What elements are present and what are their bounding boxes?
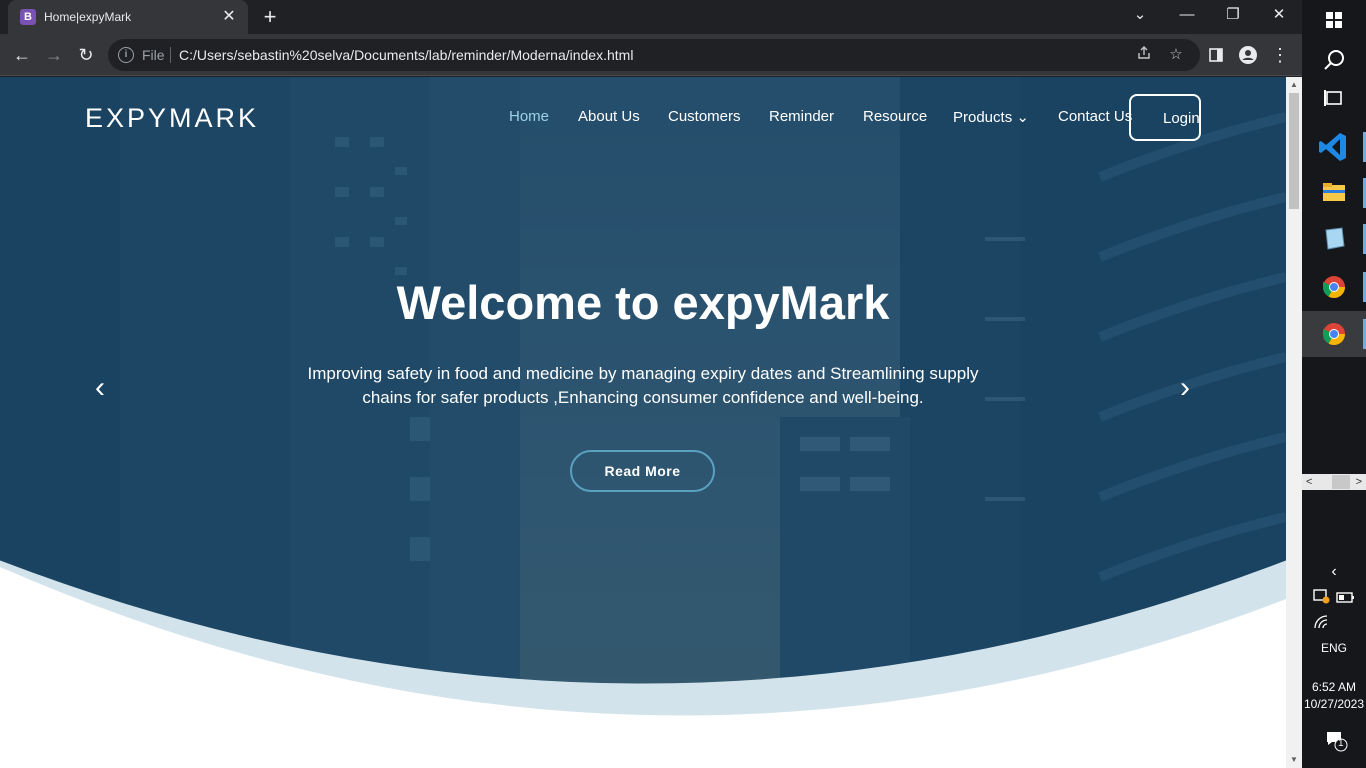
chrome-icon[interactable] bbox=[1302, 311, 1366, 357]
scroll-up-icon[interactable]: ▲ bbox=[1286, 77, 1302, 93]
taskbar-scrollbar[interactable]: < > bbox=[1302, 474, 1366, 490]
task-view-icon[interactable] bbox=[1302, 78, 1366, 124]
vscode-icon[interactable] bbox=[1302, 124, 1366, 170]
clock-time[interactable]: 6:52 AM bbox=[1302, 680, 1366, 694]
login-button[interactable]: Login bbox=[1129, 94, 1201, 141]
scheme-label: File bbox=[142, 47, 165, 63]
login-label: Login bbox=[1163, 110, 1200, 127]
notification-count: 1 bbox=[1338, 738, 1344, 749]
nav-reminder[interactable]: Reminder bbox=[769, 108, 834, 125]
scroll-thumb[interactable] bbox=[1289, 93, 1299, 209]
address-divider bbox=[170, 47, 171, 63]
close-window-button[interactable]: ✕ bbox=[1256, 0, 1302, 34]
hero-description: Improving safety in food and medicine by… bbox=[307, 364, 979, 407]
profile-icon[interactable] bbox=[1235, 42, 1261, 68]
forward-button[interactable]: → bbox=[41, 42, 67, 68]
read-more-button[interactable]: Read More bbox=[570, 450, 715, 492]
carousel-next-icon[interactable]: › bbox=[1170, 370, 1200, 406]
tab-close-icon[interactable]: ✕ bbox=[220, 8, 238, 26]
bootstrap-favicon-icon: B bbox=[20, 9, 36, 25]
notifications-icon[interactable]: 1 bbox=[1326, 731, 1348, 758]
address-bar[interactable]: i File C:/Users/sebastin%20selva/Documen… bbox=[108, 39, 1200, 71]
nav-resource[interactable]: Resource bbox=[863, 108, 927, 125]
hero-wave-divider bbox=[0, 560, 1286, 768]
page-viewport: EXPYMARK Home About Us Customers Reminde… bbox=[0, 77, 1302, 768]
browser-toolbar: ← → ↻ i File C:/Users/sebastin%20selva/D… bbox=[0, 34, 1302, 76]
windows-taskbar: < > ‹ ENG 6:52 AM 10/27/2023 1 bbox=[1302, 0, 1366, 768]
site-brand-logo[interactable]: EXPYMARK bbox=[85, 103, 259, 134]
tab-title: Home|expyMark bbox=[44, 10, 132, 24]
nav-products-dropdown[interactable]: Products ⌄ bbox=[953, 108, 1029, 126]
url-text[interactable]: C:/Users/sebastin%20selva/Documents/lab/… bbox=[179, 47, 633, 63]
new-tab-button[interactable]: + bbox=[258, 5, 282, 29]
wifi-icon[interactable] bbox=[1313, 614, 1331, 635]
scroll-down-icon[interactable]: ▼ bbox=[1286, 752, 1302, 768]
back-button[interactable]: ← bbox=[9, 42, 35, 68]
carousel-prev-icon[interactable]: ‹ bbox=[85, 370, 115, 406]
notepad-icon[interactable] bbox=[1302, 216, 1366, 262]
chrome-icon[interactable] bbox=[1302, 264, 1366, 310]
nav-about-us[interactable]: About Us bbox=[578, 108, 640, 125]
taskbar-scroll-left-icon[interactable]: < bbox=[1306, 474, 1312, 490]
show-hidden-icons-icon[interactable]: ‹ bbox=[1302, 563, 1366, 581]
file-explorer-icon[interactable] bbox=[1302, 170, 1366, 216]
minimize-button[interactable]: — bbox=[1164, 0, 1210, 34]
hero-title: Welcome to expyMark bbox=[396, 276, 890, 329]
reload-button[interactable]: ↻ bbox=[73, 42, 99, 68]
network-status-icon[interactable] bbox=[1312, 588, 1330, 609]
nav-customers[interactable]: Customers bbox=[668, 108, 741, 125]
menu-kebab-icon[interactable]: ⋮ bbox=[1267, 42, 1293, 68]
tab-search-button[interactable]: ⌄ bbox=[1117, 0, 1163, 34]
restore-button[interactable]: ❐ bbox=[1210, 0, 1256, 34]
language-indicator[interactable]: ENG bbox=[1302, 641, 1366, 655]
hero-section: EXPYMARK Home About Us Customers Reminde… bbox=[0, 77, 1286, 768]
side-panel-icon[interactable] bbox=[1203, 42, 1229, 68]
nav-contact-us[interactable]: Contact Us bbox=[1058, 108, 1132, 125]
taskbar-scroll-right-icon[interactable]: > bbox=[1356, 474, 1362, 490]
browser-tab[interactable]: B Home|expyMark ✕ bbox=[8, 0, 248, 34]
battery-icon[interactable] bbox=[1336, 591, 1356, 609]
tab-strip: B Home|expyMark ✕ + ⌄ — ❐ ✕ bbox=[0, 0, 1302, 34]
taskbar-scroll-thumb[interactable] bbox=[1332, 475, 1350, 489]
bookmark-star-icon[interactable]: ☆ bbox=[1166, 45, 1186, 65]
share-icon[interactable] bbox=[1134, 45, 1154, 65]
site-info-icon[interactable]: i bbox=[118, 47, 134, 63]
clock-date[interactable]: 10/27/2023 bbox=[1302, 697, 1366, 711]
page-scrollbar[interactable]: ▲ ▼ bbox=[1286, 77, 1302, 768]
nav-home[interactable]: Home bbox=[509, 108, 549, 125]
